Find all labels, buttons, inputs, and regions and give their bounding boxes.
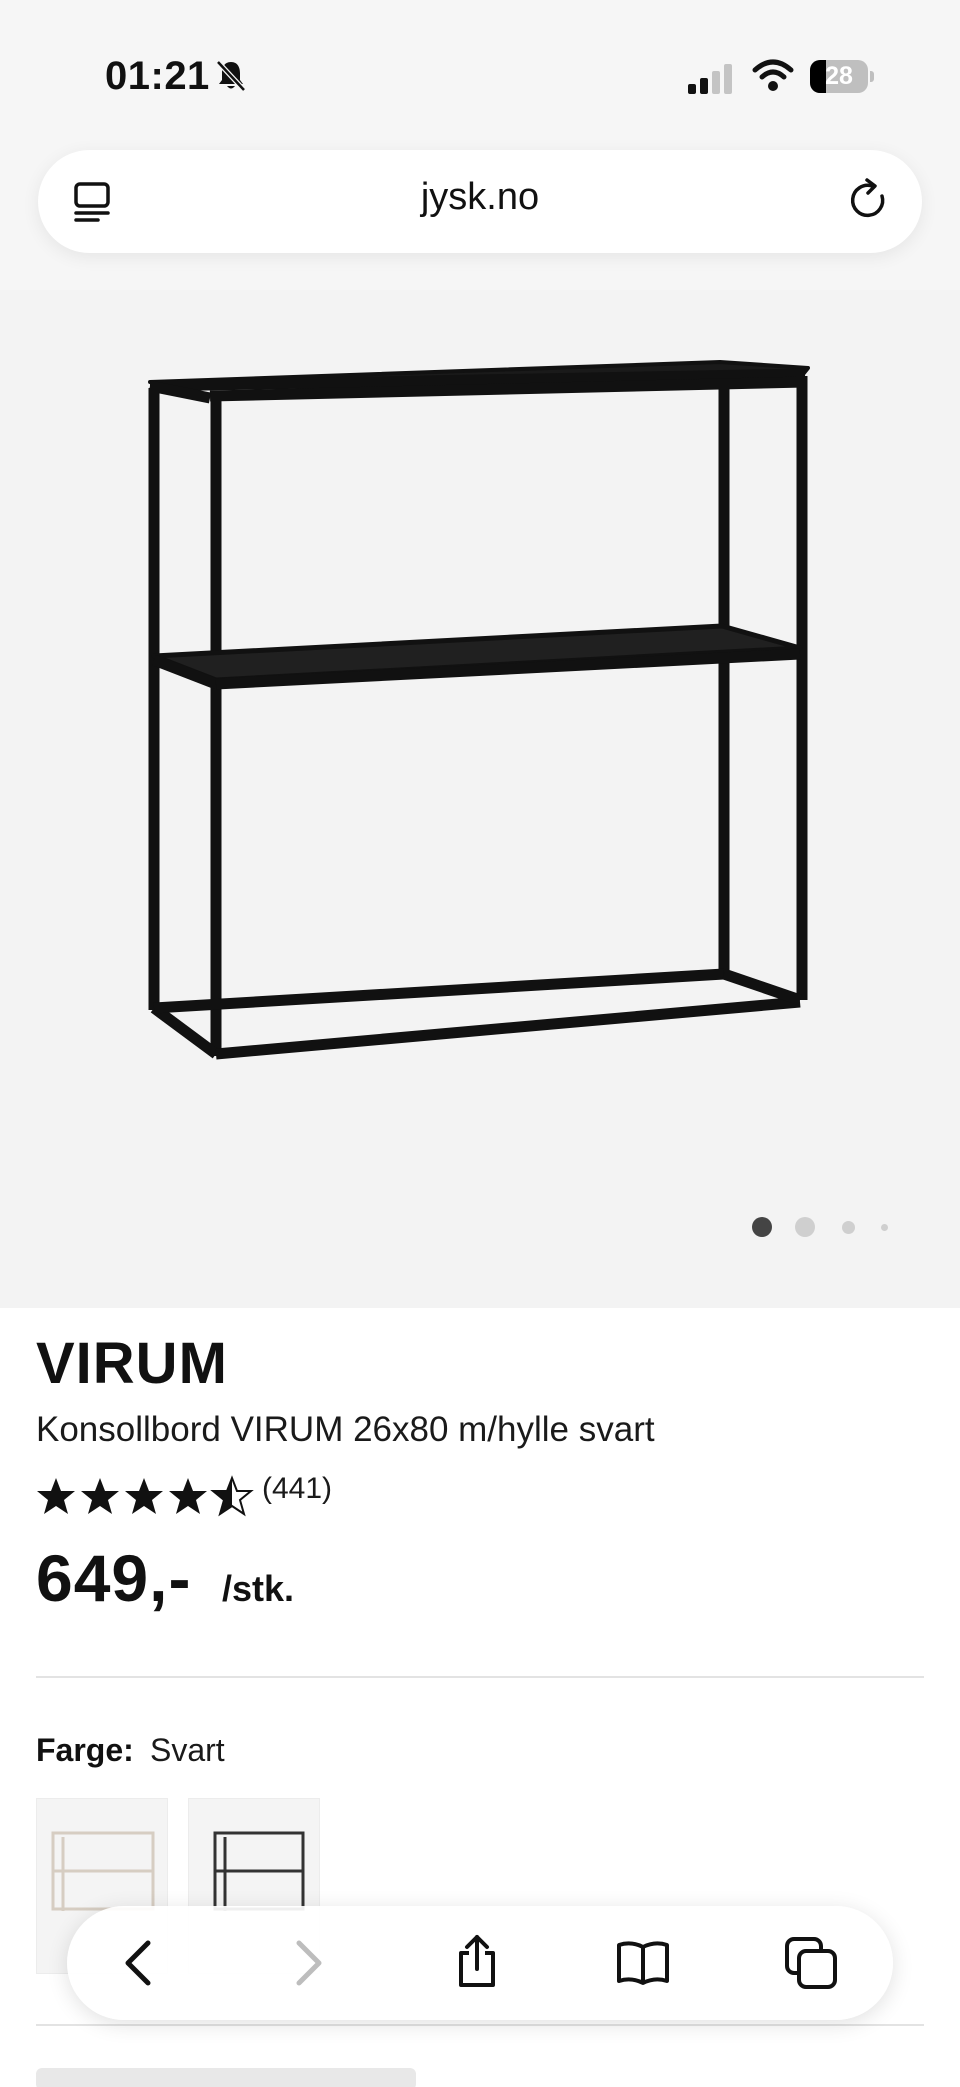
product-name: Konsollbord VIRUM 26x80 m/hylle svart [36,1410,655,1449]
white-console-table-thumbnail [51,1831,155,1911]
gallery-dot-2[interactable] [795,1217,815,1237]
bookmarks-icon[interactable] [615,1935,671,1991]
gallery-dot-4[interactable] [881,1224,888,1231]
star-full-icon [125,1478,163,1514]
star-half-icon [212,1477,252,1515]
reader-mode-icon[interactable] [72,180,114,224]
bell-slash-icon [216,60,246,92]
url-text[interactable]: jysk.no [330,176,630,219]
star-full-icon [169,1478,207,1514]
gallery-dot-1[interactable] [752,1217,772,1237]
divider [36,1676,924,1678]
star-full-icon [37,1478,75,1514]
divider [36,2024,924,2026]
color-label: Farge: [36,1732,134,1768]
back-icon[interactable] [112,1935,168,1991]
battery-icon: 28 [810,60,874,93]
black-console-table-thumbnail [213,1831,305,1911]
rating-stars[interactable] [36,1474,254,1518]
wifi-icon [752,59,794,91]
share-icon[interactable] [449,1933,505,1989]
star-full-icon [81,1478,119,1514]
battery-level: 28 [825,62,853,90]
forward-icon[interactable] [279,1935,335,1991]
cellular-signal-icon [688,64,732,94]
price-unit: /stk. [222,1568,295,1609]
product-price: 649,- [36,1541,192,1615]
product-brand: VIRUM [36,1331,228,1396]
clock: 01:21 [105,54,210,98]
rating-count[interactable]: (441) [262,1472,332,1506]
tabs-icon[interactable] [783,1935,839,1991]
next-section-heading [36,2068,416,2087]
browser-toolbar [67,1906,893,2020]
gallery-dot-3[interactable] [842,1221,855,1234]
console-table-black-frame-image [148,360,810,1060]
reload-icon[interactable] [845,176,893,224]
color-value: Svart [150,1732,225,1768]
